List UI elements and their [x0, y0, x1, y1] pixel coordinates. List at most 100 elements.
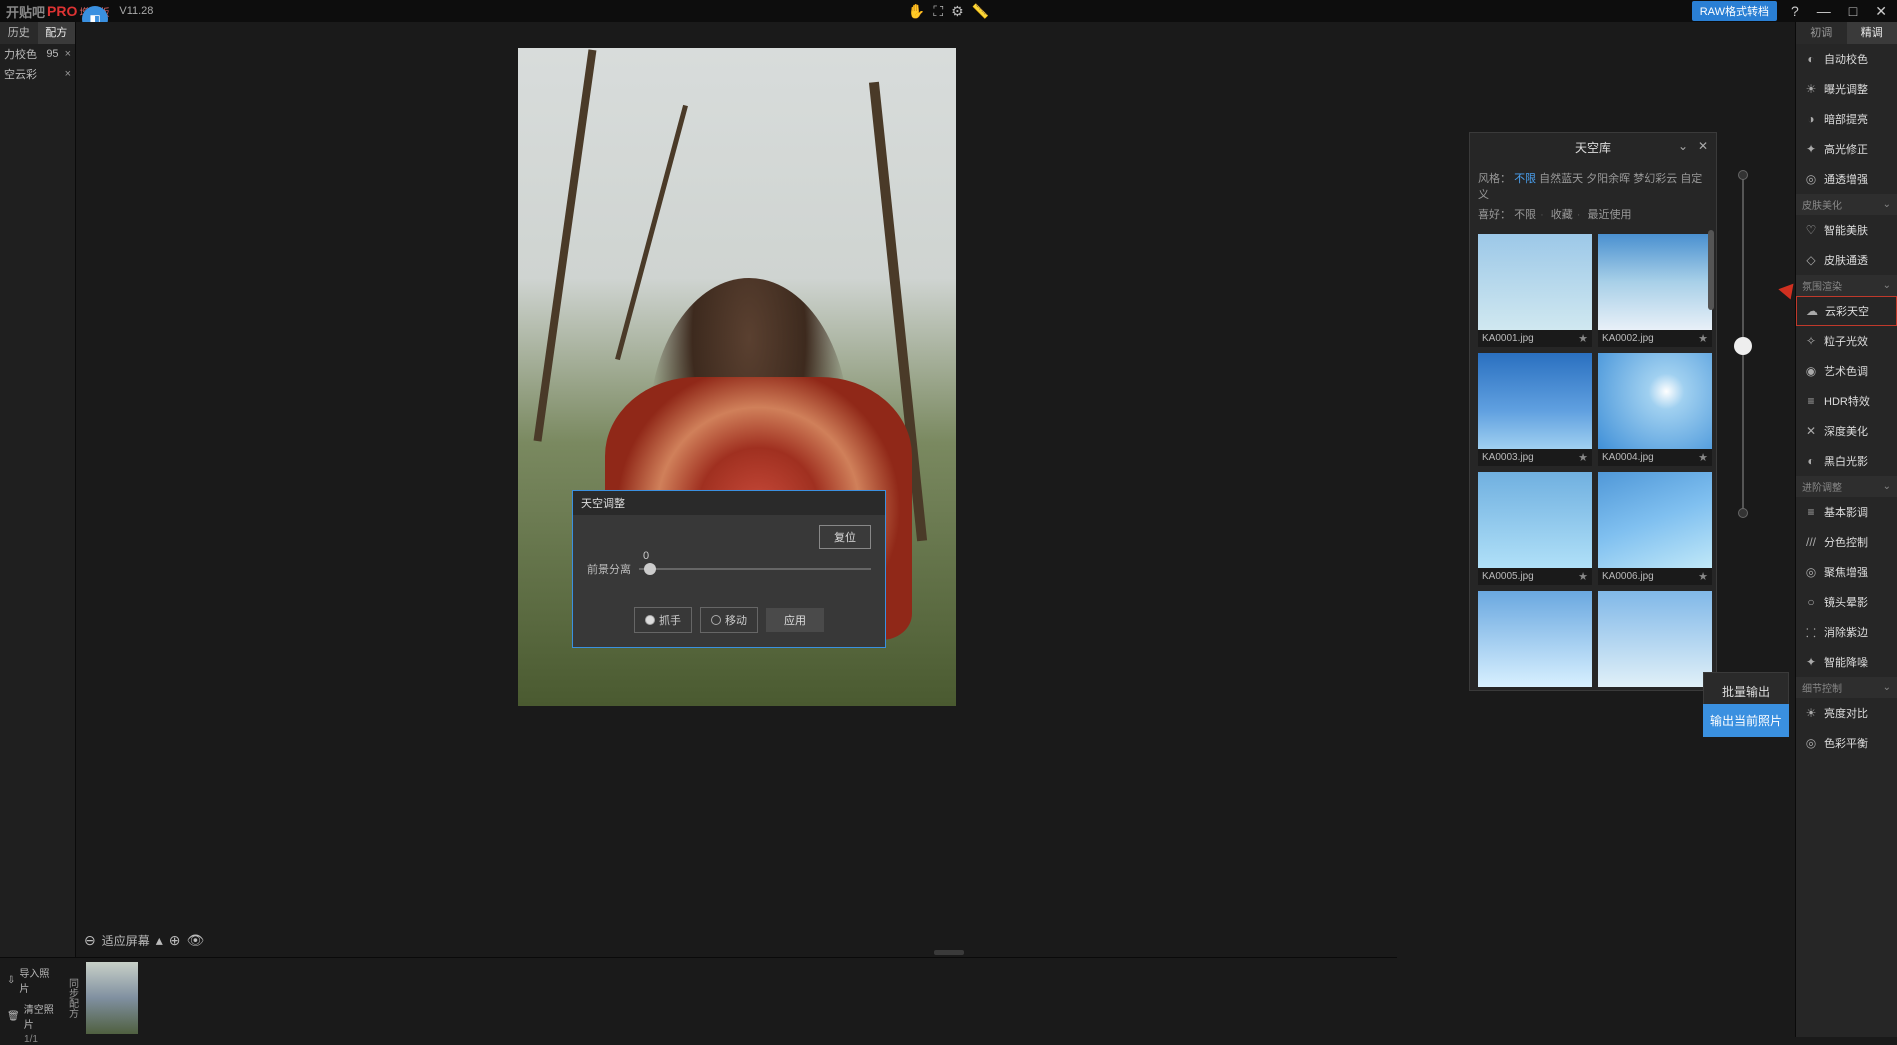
star-icon[interactable]: ★	[1698, 332, 1708, 345]
sky-item[interactable]: KA0001.jpg★	[1478, 234, 1592, 347]
sky-item[interactable]: KA0003.jpg★	[1478, 353, 1592, 466]
style-opt-3[interactable]: 梦幻彩云	[1633, 173, 1677, 185]
adjust-item[interactable]: ✦智能降噪	[1796, 647, 1897, 677]
adjust-item[interactable]: ✦高光修正	[1796, 134, 1897, 164]
adjust-icon: ◉	[1804, 364, 1818, 378]
adjust-item[interactable]: ✧粒子光效	[1796, 326, 1897, 356]
maximize-icon[interactable]: □	[1845, 3, 1861, 19]
radio-move[interactable]: 移动	[700, 607, 758, 633]
sky-item[interactable]: KA0002.jpg★	[1598, 234, 1712, 347]
section-detail[interactable]: 细节控制⌄	[1796, 677, 1897, 698]
chevron-down-icon[interactable]: ⌄	[1678, 139, 1688, 153]
adjust-item[interactable]: ≡基本影调	[1796, 497, 1897, 527]
sky-item[interactable]	[1598, 591, 1712, 687]
clear-photo-button[interactable]: 🗑清空照片	[4, 998, 58, 1034]
adjust-label: 曝光调整	[1824, 81, 1868, 97]
adjust-icon: ✧	[1804, 334, 1818, 348]
adjust-item[interactable]: ◎聚焦增强	[1796, 557, 1897, 587]
close-icon[interactable]: ✕	[1698, 139, 1708, 153]
panel-title: 天空库	[1575, 139, 1611, 156]
zoom-fit-label[interactable]: 适应屏幕	[102, 932, 150, 949]
adjust-item[interactable]: ◐黑白光影	[1796, 446, 1897, 476]
section-atmosphere[interactable]: 氛围渲染⌄	[1796, 275, 1897, 296]
section-skin[interactable]: 皮肤美化⌄	[1796, 194, 1897, 215]
history-row-1[interactable]: 力校色 95 ×	[0, 44, 75, 64]
tab-preset[interactable]: 配方	[38, 22, 76, 44]
panel-drag-handle[interactable]	[934, 950, 964, 955]
adjust-item[interactable]: ◇皮肤通透	[1796, 245, 1897, 275]
adjust-item[interactable]: ///分色控制	[1796, 527, 1897, 557]
sky-item[interactable]	[1478, 591, 1592, 687]
adjust-item[interactable]: ◎ 通透增强	[1796, 164, 1897, 194]
hand-tool-icon[interactable]: ✋	[908, 3, 925, 20]
ruler-icon[interactable]: 📏	[972, 3, 989, 20]
slider-thumb[interactable]	[644, 563, 656, 575]
fav-opt-0[interactable]: 不限	[1514, 209, 1536, 221]
sky-item[interactable]: KA0005.jpg★	[1478, 472, 1592, 585]
adjust-label: HDR特效	[1824, 393, 1870, 409]
adjust-item[interactable]: ☀亮度对比	[1796, 698, 1897, 728]
adjust-item[interactable]: ♡智能美肤	[1796, 215, 1897, 245]
adjust-item[interactable]: ◎色彩平衡	[1796, 728, 1897, 758]
crop-tool-icon[interactable]: ⛶	[933, 3, 943, 20]
star-icon[interactable]: ★	[1698, 451, 1708, 464]
apply-button[interactable]: 应用	[766, 608, 824, 632]
zoom-in-icon[interactable]: ⊕	[169, 932, 181, 949]
adjust-item[interactable]: ✕深度美化	[1796, 416, 1897, 446]
adjust-label: 亮度对比	[1824, 705, 1868, 721]
adjust-icon: ◎	[1804, 172, 1818, 186]
adjust-item[interactable]: ☁云彩天空	[1796, 296, 1897, 326]
sync-preset-button[interactable]: 同步配方	[62, 958, 82, 1037]
star-icon[interactable]: ★	[1578, 332, 1588, 345]
compare-slider[interactable]	[1733, 174, 1753, 514]
trash-icon: 🗑	[7, 1011, 20, 1022]
style-opt-0[interactable]: 不限	[1514, 173, 1536, 185]
adjust-item[interactable]: ≡HDR特效	[1796, 386, 1897, 416]
right-adjust-panel: 初调 精调 ◐自动校色☀曝光调整◑暗部提亮✦高光修正 ◎ 通透增强 皮肤美化⌄ ♡智…	[1795, 22, 1897, 1037]
slider-label: 前景分离	[587, 561, 639, 577]
fav-opt-1[interactable]: 收藏	[1551, 209, 1573, 221]
adjust-item[interactable]: ⸬消除紫边	[1796, 617, 1897, 647]
adjust-item[interactable]: ◑暗部提亮	[1796, 104, 1897, 134]
fav-opt-2[interactable]: 最近使用	[1588, 209, 1632, 221]
adjust-label: 色彩平衡	[1824, 735, 1868, 751]
import-photo-button[interactable]: ⇩导入照片	[4, 962, 58, 998]
star-icon[interactable]: ★	[1578, 451, 1588, 464]
close-icon[interactable]: ✕	[1871, 3, 1891, 20]
tab-history[interactable]: 历史	[0, 22, 38, 44]
section-advanced[interactable]: 进阶调整⌄	[1796, 476, 1897, 497]
filmstrip-thumbnail[interactable]	[86, 962, 138, 1034]
close-icon[interactable]: ×	[65, 48, 71, 60]
scrollbar-thumb[interactable]	[1708, 230, 1714, 310]
zoom-out-icon[interactable]: ⊖	[84, 932, 96, 949]
adjust-item[interactable]: ☀曝光调整	[1796, 74, 1897, 104]
close-icon[interactable]: ×	[65, 68, 71, 80]
adjust-label: 云彩天空	[1825, 303, 1869, 319]
adjust-icon: ◐	[1804, 454, 1818, 468]
gear-icon[interactable]: ⚙	[951, 3, 964, 20]
slider-thumb[interactable]	[1734, 337, 1752, 355]
star-icon[interactable]: ★	[1698, 570, 1708, 583]
adjust-label: 通透增强	[1824, 171, 1868, 187]
radio-grab[interactable]: 抓手	[634, 607, 692, 633]
adjust-item[interactable]: ◐自动校色	[1796, 44, 1897, 74]
export-current-button[interactable]: 输出当前照片	[1703, 704, 1789, 737]
adjust-item[interactable]: ○镜头晕影	[1796, 587, 1897, 617]
reset-button[interactable]: 复位	[819, 525, 871, 549]
sky-item[interactable]: KA0004.jpg★	[1598, 353, 1712, 466]
tab-fine-adjust[interactable]: 精调	[1847, 22, 1897, 44]
eye-icon[interactable]: 👁	[187, 932, 205, 949]
chevron-up-icon[interactable]: ▴	[156, 932, 163, 949]
raw-convert-button[interactable]: RAW格式转档	[1692, 1, 1777, 21]
adjust-item[interactable]: ◉艺术色调	[1796, 356, 1897, 386]
history-row-2[interactable]: 空云彩 ×	[0, 64, 75, 84]
minimize-icon[interactable]: —	[1813, 3, 1835, 19]
star-icon[interactable]: ★	[1578, 570, 1588, 583]
style-opt-2[interactable]: 夕阳余晖	[1586, 173, 1630, 185]
page-indicator: 1/1	[4, 1034, 58, 1045]
tab-basic-adjust[interactable]: 初调	[1796, 22, 1847, 44]
help-icon[interactable]: ?	[1787, 3, 1803, 19]
style-opt-1[interactable]: 自然蓝天	[1539, 173, 1583, 185]
foreground-separate-slider[interactable]: 0	[639, 568, 871, 570]
sky-item[interactable]: KA0006.jpg★	[1598, 472, 1712, 585]
